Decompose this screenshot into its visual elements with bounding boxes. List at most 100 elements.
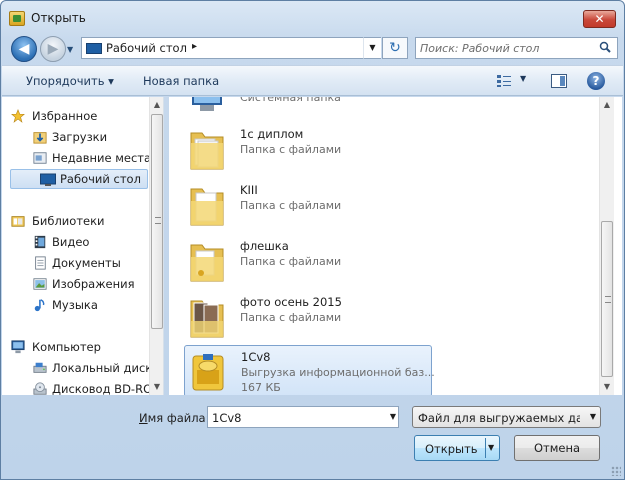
resize-grip-icon[interactable] xyxy=(611,466,621,476)
sidebar-item-recent[interactable]: Недавние места xyxy=(2,148,151,168)
computer-icon xyxy=(11,340,25,354)
desktop-icon xyxy=(86,43,102,54)
sidebar-item-label: Музыка xyxy=(52,298,98,312)
libraries-icon xyxy=(11,216,25,227)
refresh-button[interactable]: ↻ xyxy=(382,37,408,59)
filetype-value: Файл для выгружаемых данных xyxy=(418,411,580,425)
search-box[interactable] xyxy=(415,37,618,59)
file-list-scroll-thumb[interactable] xyxy=(601,221,613,377)
1c-database-icon xyxy=(192,354,224,391)
help-button[interactable]: ? xyxy=(587,72,605,90)
close-button[interactable]: ✕ xyxy=(583,10,616,28)
hard-drive-icon xyxy=(33,362,47,373)
filename-label-accelerator: И xyxy=(139,411,148,425)
file-name: 1Cv8 xyxy=(241,350,271,364)
file-type: Папка с файлами xyxy=(240,311,342,324)
app-icon xyxy=(9,11,25,26)
file-list: Системная папка 1с диплом Папка с файлам… xyxy=(169,97,622,395)
forward-button[interactable]: ▶ xyxy=(40,36,66,62)
file-type: Системная папка xyxy=(240,97,341,104)
views-dropdown-icon[interactable]: ▼ xyxy=(520,74,526,83)
sidebar-item-favorites[interactable]: Избранное xyxy=(2,106,148,126)
scroll-down-icon[interactable]: ▼ xyxy=(600,379,614,395)
command-bar: Упорядочить ▾ Новая папка ▼ ? xyxy=(2,65,623,96)
sidebar-item-bd-drive[interactable]: Дисковод BD-RO xyxy=(2,379,152,395)
folder-icon xyxy=(190,188,224,226)
search-icon[interactable] xyxy=(599,41,611,53)
recent-places-icon xyxy=(33,152,47,164)
list-item[interactable]: KIII Папка с файлами xyxy=(184,179,432,231)
address-dropdown-icon[interactable]: ▼ xyxy=(363,37,381,59)
photo-folder-icon xyxy=(190,300,224,338)
open-file-dialog: Открыть ✕ ◀ ▶ ▼ Рабочий стол ▸ ▼ ↻ Упоря… xyxy=(0,0,625,480)
file-type: Папка с файлами xyxy=(240,143,342,156)
file-name: фото осень 2015 xyxy=(240,295,342,309)
desktop-icon xyxy=(40,173,56,186)
preview-pane-icon[interactable] xyxy=(551,74,567,88)
sidebar-item-label: Изображения xyxy=(52,277,135,291)
filename-dropdown-icon[interactable]: ▼ xyxy=(390,412,396,421)
open-button[interactable]: Открыть ▼ xyxy=(414,435,500,461)
sidebar-item-label: Рабочий стол xyxy=(60,172,141,186)
star-icon xyxy=(11,109,25,123)
sidebar-item-images[interactable]: Изображения xyxy=(2,274,140,294)
file-name: KIII xyxy=(240,183,258,197)
video-icon xyxy=(34,235,46,249)
sidebar-item-label: Избранное xyxy=(32,109,98,123)
file-size: 167 КБ xyxy=(241,381,281,394)
history-dropdown-icon[interactable]: ▼ xyxy=(67,45,77,55)
downloads-icon xyxy=(33,132,47,144)
pictures-icon xyxy=(33,278,47,290)
cancel-button[interactable]: Отмена xyxy=(514,435,600,461)
file-type: Выгрузка информационной баз... xyxy=(241,366,435,379)
sidebar-item-documents[interactable]: Документы xyxy=(2,253,140,273)
sidebar-scrollbar[interactable]: ▲ ▼ xyxy=(149,97,163,395)
filename-combobox[interactable]: ▼ xyxy=(207,406,399,428)
file-list-scrollbar[interactable]: ▲ ▼ xyxy=(599,97,614,395)
sidebar-scroll-thumb[interactable] xyxy=(151,114,163,329)
file-name: флешка xyxy=(240,239,289,253)
open-button-label: Открыть xyxy=(425,442,478,456)
organize-button[interactable]: Упорядочить ▾ xyxy=(26,74,114,88)
new-folder-button[interactable]: Новая папка xyxy=(143,74,219,88)
sidebar-item-label: Документы xyxy=(52,256,121,270)
list-item-selected[interactable]: 1Cv8 Выгрузка информационной баз... 167 … xyxy=(184,345,435,395)
scroll-up-icon[interactable]: ▲ xyxy=(600,97,614,113)
sidebar-item-computer[interactable]: Компьютер xyxy=(2,337,148,357)
address-bar[interactable]: Рабочий стол ▸ xyxy=(81,37,381,59)
documents-icon xyxy=(35,256,46,270)
sidebar-item-local-disk[interactable]: Локальный диск xyxy=(2,358,152,378)
sidebar-item-music[interactable]: Музыка xyxy=(2,295,140,315)
sidebar-item-label: Библиотеки xyxy=(32,214,105,228)
music-icon xyxy=(34,299,45,312)
file-type: Папка с файлами xyxy=(240,199,342,212)
filetype-dropdown-icon[interactable]: ▼ xyxy=(590,412,596,421)
file-name: 1с диплом xyxy=(240,127,304,141)
list-item[interactable]: фото осень 2015 Папка с файлами xyxy=(184,291,432,343)
address-path[interactable]: Рабочий стол xyxy=(106,41,187,55)
views-icon[interactable] xyxy=(496,74,512,88)
navigation-pane: Избранное Загрузки Недавние места Рабочи… xyxy=(2,97,164,395)
open-dropdown-icon[interactable]: ▼ xyxy=(488,443,494,452)
list-item[interactable]: 1с диплом Папка с файлами xyxy=(184,123,432,175)
breadcrumb-chevron-icon[interactable]: ▸ xyxy=(192,41,197,52)
search-input[interactable] xyxy=(420,40,595,56)
sidebar-item-libraries[interactable]: Библиотеки xyxy=(2,211,148,231)
back-button[interactable]: ◀ xyxy=(11,36,37,62)
list-item[interactable]: Системная папка xyxy=(184,97,432,123)
filename-input[interactable] xyxy=(212,410,372,425)
title-bar: Открыть ✕ xyxy=(1,1,624,35)
sidebar-item-desktop[interactable]: Рабочий стол xyxy=(10,169,148,189)
scroll-up-icon[interactable]: ▲ xyxy=(150,97,163,113)
sidebar-item-downloads[interactable]: Загрузки xyxy=(2,127,140,147)
sidebar-item-label: Компьютер xyxy=(32,340,101,354)
filetype-select[interactable]: Файл для выгружаемых данных ▼ xyxy=(412,406,601,428)
sidebar-item-video[interactable]: Видео xyxy=(2,232,140,252)
scroll-down-icon[interactable]: ▼ xyxy=(150,379,163,395)
split-divider xyxy=(485,438,486,458)
grip-icon xyxy=(605,296,611,303)
sidebar-item-label: Дисковод BD-RO xyxy=(52,382,153,395)
file-type: Папка с файлами xyxy=(240,255,342,268)
sidebar-item-label: Локальный диск xyxy=(52,361,153,375)
list-item[interactable]: флешка Папка с файлами xyxy=(184,235,432,287)
